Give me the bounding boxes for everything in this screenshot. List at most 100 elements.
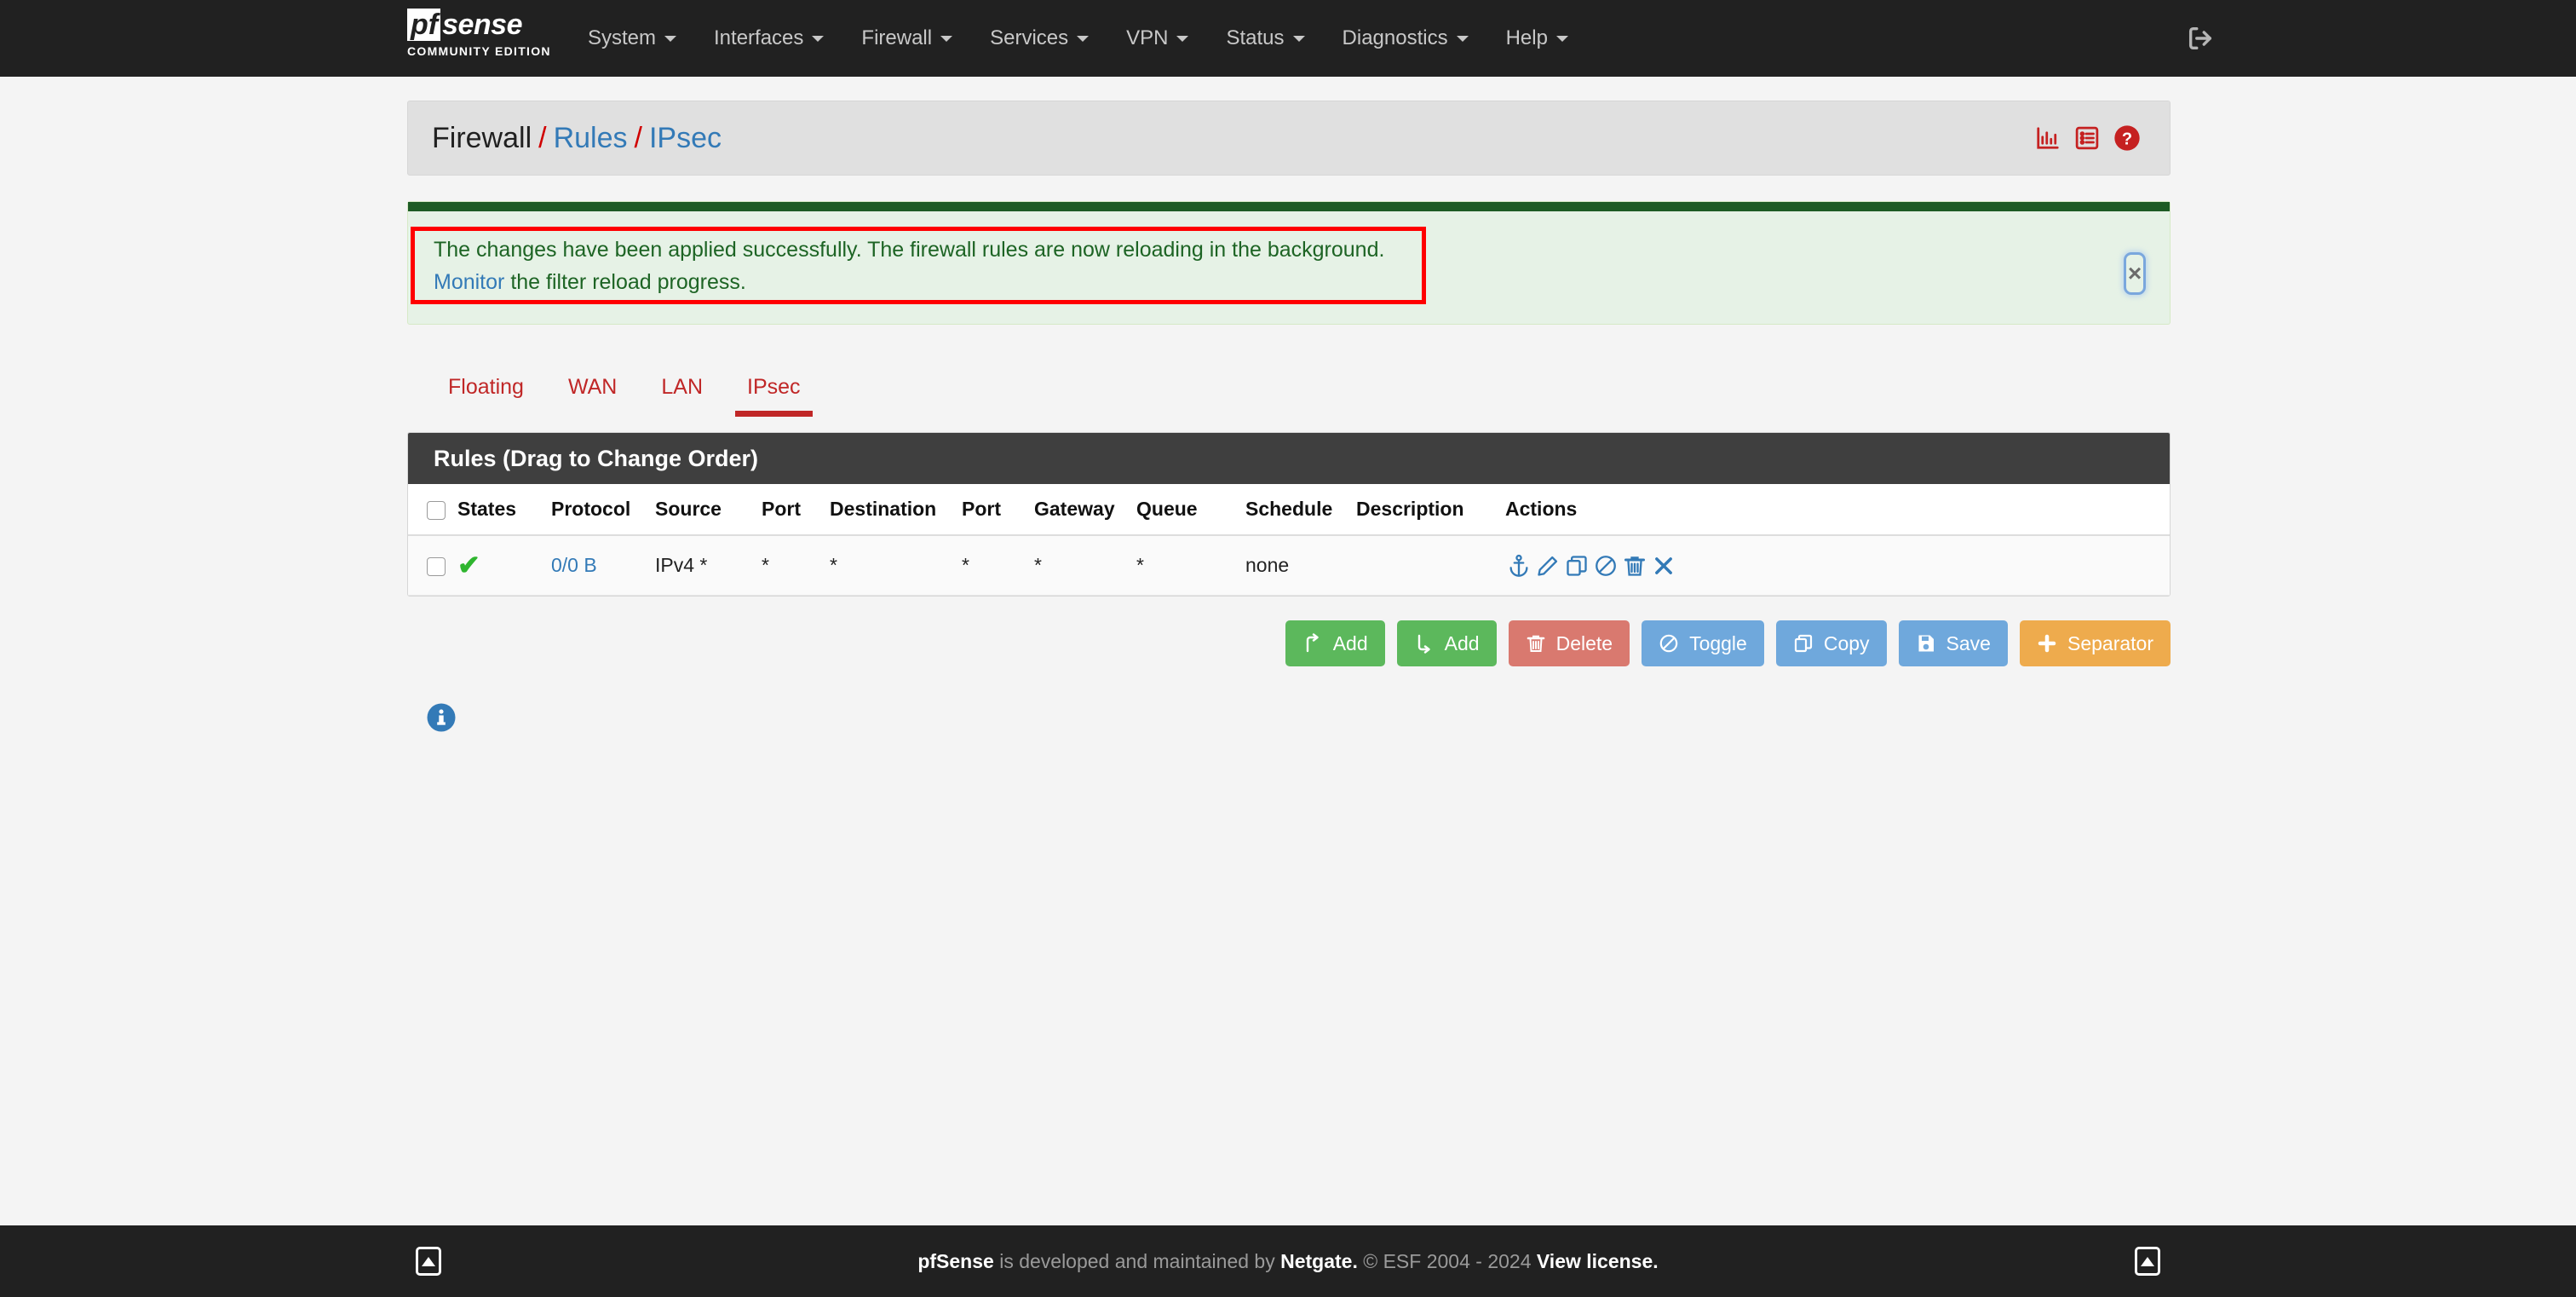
nav-label-interfaces: Interfaces (714, 26, 804, 49)
remove-icon[interactable] (1652, 554, 1676, 578)
chart-icon[interactable] (2035, 125, 2061, 151)
ban-icon (1659, 634, 1678, 653)
edit-icon[interactable] (1536, 554, 1560, 578)
row-checkbox[interactable] (427, 556, 446, 576)
copy-icon[interactable] (1565, 554, 1589, 578)
plus-icon (2038, 634, 2056, 653)
scroll-to-top-left-button[interactable] (416, 1247, 441, 1276)
footer-mid-text: is developed and maintained by (993, 1249, 1281, 1272)
row-select-cell (408, 535, 457, 596)
delete-button[interactable]: Delete (1508, 620, 1630, 666)
tab-ipsec[interactable]: IPsec (725, 375, 823, 417)
arrow-down-icon (1417, 634, 1430, 654)
rules-action-buttons: Add Add Delete Toggle Copy Save Separato… (407, 620, 2171, 666)
copy-button[interactable]: Copy (1775, 620, 1887, 666)
row-destination-cell: * (962, 535, 1034, 596)
table-header-row: States Protocol Source Port Destination … (408, 484, 2170, 536)
nav-menu-items: System Interfaces Firewall Services VPN (569, 0, 1587, 77)
check-icon: ✔ (457, 550, 480, 580)
alert-second-line: Monitor the filter reload progress. (434, 266, 2144, 298)
brand-logo-mark: pf sense (407, 9, 522, 41)
legend-info-row (407, 702, 2171, 737)
nav-label-vpn: VPN (1126, 26, 1169, 49)
add-down-button[interactable]: Add (1396, 620, 1497, 666)
scroll-to-top-right-button[interactable] (2135, 1247, 2160, 1276)
anchor-icon[interactable] (1507, 554, 1531, 578)
list-icon[interactable] (2074, 125, 2100, 151)
delete-icon[interactable] (1623, 554, 1647, 578)
chevron-down-icon (1176, 35, 1189, 42)
nav-item-diagnostics[interactable]: Diagnostics (1324, 0, 1487, 77)
row-destination-port-cell: * (1034, 535, 1136, 596)
nav-label-services: Services (990, 26, 1069, 49)
breadcrumb-link-rules[interactable]: Rules (554, 122, 628, 154)
trash-icon (1527, 635, 1544, 652)
tab-floating[interactable]: Floating (426, 375, 546, 417)
nav-label-diagnostics: Diagnostics (1342, 26, 1448, 49)
column-header-schedule: Schedule (1245, 484, 1356, 536)
row-queue-cell: none (1245, 535, 1356, 596)
pfsense-logo[interactable]: pf sense COMMUNITY EDITION (407, 0, 569, 77)
separator-button-label: Separator (2067, 631, 2153, 654)
alert-body: The changes have been applied successful… (408, 211, 2170, 324)
separator-button[interactable]: Separator (2019, 620, 2171, 666)
top-navigation-bar: pf sense COMMUNITY EDITION System Interf… (0, 0, 2576, 77)
info-icon[interactable] (426, 702, 457, 733)
monitor-link[interactable]: Monitor (434, 270, 504, 294)
triangle-up-icon (422, 1256, 435, 1266)
block-icon[interactable] (1594, 554, 1618, 578)
view-license-link[interactable]: View license. (1537, 1250, 1659, 1272)
nav-label-help: Help (1505, 26, 1548, 49)
page-footer: pfSense is developed and maintained by N… (0, 1225, 2576, 1297)
toggle-button[interactable]: Toggle (1642, 620, 1764, 666)
chevron-down-icon (1456, 35, 1469, 42)
breadcrumb-separator-1: / (538, 121, 547, 154)
success-alert: The changes have been applied successful… (407, 201, 2171, 325)
breadcrumb-link-ipsec[interactable]: IPsec (649, 122, 722, 154)
row-gateway-cell: * (1136, 535, 1245, 596)
close-icon-glyph: × (2127, 260, 2142, 286)
breadcrumb-root: Firewall (432, 121, 532, 154)
nav-item-services[interactable]: Services (971, 0, 1107, 77)
rules-panel-title: Rules (Drag to Change Order) (408, 433, 2170, 484)
column-header-actions: Actions (1505, 484, 2170, 536)
tab-wan[interactable]: WAN (546, 375, 639, 417)
footer-company: Netgate. (1280, 1249, 1358, 1272)
row-source-port-cell: * (830, 535, 962, 596)
nav-item-vpn[interactable]: VPN (1107, 0, 1207, 77)
add-up-button[interactable]: Add (1285, 620, 1385, 666)
column-header-select (408, 484, 457, 536)
nav-label-system: System (588, 26, 657, 49)
help-icon[interactable]: ? (2113, 124, 2141, 152)
nav-item-help[interactable]: Help (1487, 0, 1587, 77)
row-states-cell: 0/0 B (551, 535, 655, 596)
triangle-up-icon (2141, 1256, 2154, 1266)
column-header-source: Source (655, 484, 762, 536)
column-header-queue: Queue (1136, 484, 1245, 536)
column-header-protocol: Protocol (551, 484, 655, 536)
alert-message: The changes have been applied successful… (434, 238, 1385, 262)
alert-after-link-text: the filter reload progress. (504, 270, 746, 294)
nav-inner: pf sense COMMUNITY EDITION System Interf… (407, 0, 1587, 77)
row-source-cell: * (762, 535, 830, 596)
logout-icon[interactable] (2182, 20, 2218, 56)
chevron-down-icon (812, 35, 825, 42)
states-link[interactable]: 0/0 B (551, 554, 597, 576)
tab-label-ipsec: IPsec (747, 375, 801, 399)
column-header-source-port: Port (762, 484, 830, 536)
tab-lan[interactable]: LAN (639, 375, 725, 417)
save-icon (1918, 635, 1934, 652)
save-button[interactable]: Save (1898, 620, 2008, 666)
nav-item-status[interactable]: Status (1207, 0, 1323, 77)
nav-item-interfaces[interactable]: Interfaces (695, 0, 842, 77)
nav-item-firewall[interactable]: Firewall (842, 0, 971, 77)
breadcrumb: Firewall / Rules / IPsec ? (407, 101, 2171, 176)
copy-icon (1794, 634, 1812, 653)
table-row[interactable]: ✔ 0/0 B IPv4 * * * * * * none (408, 535, 2170, 596)
toggle-button-label: Toggle (1689, 631, 1747, 654)
select-all-checkbox[interactable] (427, 500, 446, 520)
row-actions-cell (1505, 535, 2170, 596)
nav-item-system[interactable]: System (569, 0, 695, 77)
tab-label-wan: WAN (567, 375, 618, 399)
close-icon[interactable]: × (2124, 252, 2146, 295)
